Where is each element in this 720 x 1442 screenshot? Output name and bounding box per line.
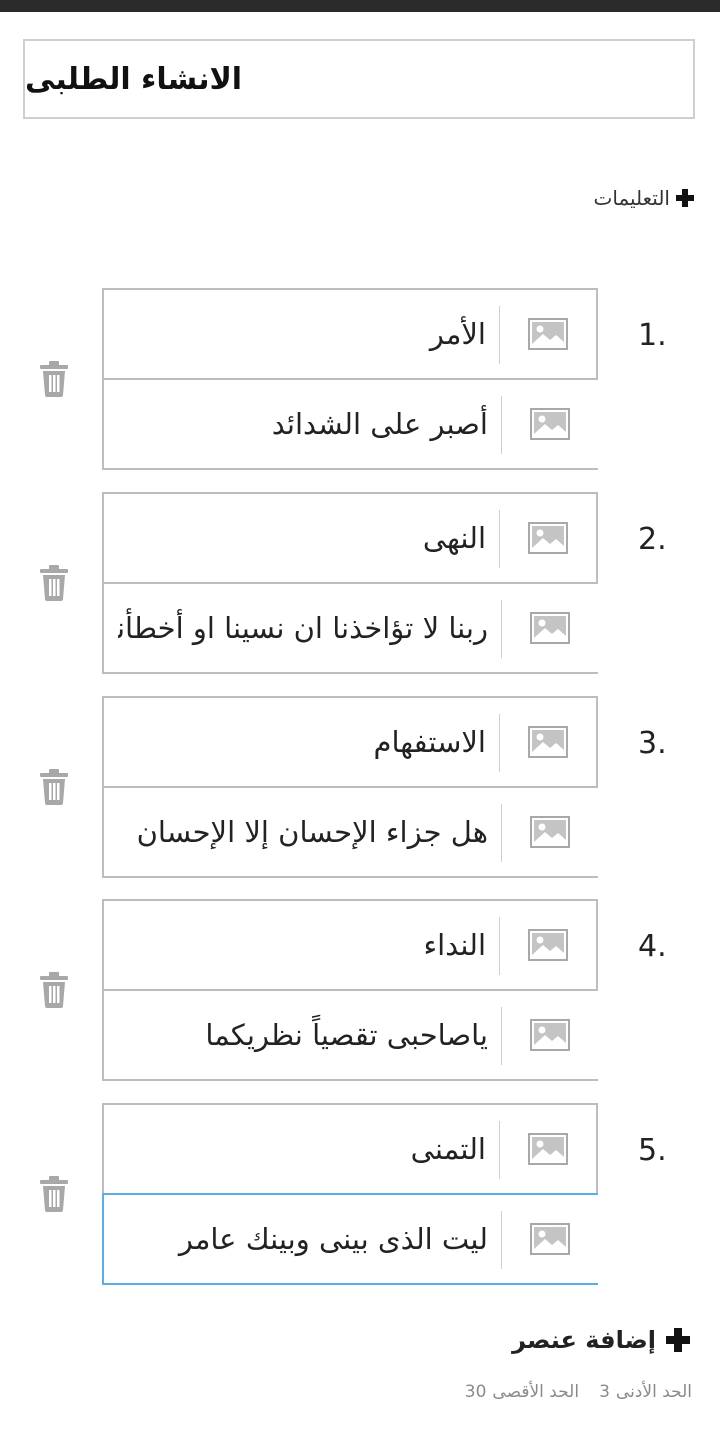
- image-icon[interactable]: [530, 1019, 570, 1051]
- image-icon[interactable]: [530, 612, 570, 644]
- image-icon[interactable]: [528, 726, 568, 758]
- divider: [501, 1007, 502, 1065]
- divider: [501, 804, 502, 862]
- term-field[interactable]: التمنى: [102, 1103, 598, 1195]
- image-icon[interactable]: [530, 408, 570, 440]
- card-pair: 1. الأمر أصبر على الشدائد: [0, 288, 720, 474]
- trash-icon[interactable]: [38, 565, 70, 601]
- term-text: الاستفهام: [373, 725, 486, 759]
- term-text: النداء: [423, 928, 486, 962]
- term-field[interactable]: الاستفهام: [102, 696, 598, 788]
- term-field[interactable]: النداء: [102, 899, 598, 991]
- trash-icon[interactable]: [38, 972, 70, 1008]
- divider: [499, 1121, 500, 1179]
- card-number: 5.: [638, 1133, 667, 1168]
- min-value: 3: [599, 1382, 610, 1402]
- divider: [501, 1211, 502, 1269]
- term-text: النهى: [422, 521, 486, 555]
- definition-text: ياصاحبى تقصياً نظريكما: [205, 1018, 488, 1052]
- divider: [499, 306, 500, 364]
- definition-text: أصبر على الشدائد: [271, 407, 488, 441]
- image-icon[interactable]: [528, 522, 568, 554]
- item-limits: الحد الأدنى 3 الحد الأقصى 30: [465, 1382, 692, 1402]
- definition-field[interactable]: أصبر على الشدائد: [102, 378, 598, 470]
- term-field[interactable]: النهى: [102, 492, 598, 584]
- set-title-field[interactable]: الانشاء الطلبى: [23, 39, 695, 119]
- definition-field[interactable]: ليت الذى بينى وبينك عامر: [102, 1193, 598, 1285]
- definition-text: ليت الذى بينى وبينك عامر: [178, 1222, 488, 1256]
- card-number: 4.: [638, 929, 667, 964]
- image-icon[interactable]: [528, 318, 568, 350]
- divider: [499, 917, 500, 975]
- term-text: الأمر: [429, 317, 486, 351]
- instructions-toggle[interactable]: التعليمات: [594, 186, 694, 210]
- max-value: 30: [464, 1382, 487, 1402]
- plus-icon: [676, 189, 694, 207]
- card-number: 2.: [638, 522, 667, 557]
- divider: [501, 600, 502, 658]
- set-title-text: الانشاء الطلبى: [25, 61, 243, 97]
- top-status-bar: [0, 0, 720, 12]
- definition-text: هل جزاء الإحسان إلا الإحسان: [136, 815, 488, 849]
- image-icon[interactable]: [530, 816, 570, 848]
- add-item-label: إضافة عنصر: [512, 1326, 656, 1354]
- trash-icon[interactable]: [38, 361, 70, 397]
- instructions-label: التعليمات: [593, 186, 670, 210]
- card-pair: 5. التمنى ليت الذى بينى وبينك عامر: [0, 1103, 720, 1289]
- max-label: الحد الأقصى: [492, 1382, 580, 1402]
- trash-icon[interactable]: [38, 1176, 70, 1212]
- add-item-button[interactable]: إضافة عنصر: [512, 1326, 690, 1354]
- trash-icon[interactable]: [38, 769, 70, 805]
- definition-field[interactable]: هل جزاء الإحسان إلا الإحسان: [102, 786, 598, 878]
- card-pair: 3. الاستفهام هل جزاء الإحسان إلا الإحسان: [0, 696, 720, 882]
- definition-field[interactable]: ياصاحبى تقصياً نظريكما: [102, 989, 598, 1081]
- divider: [501, 396, 502, 454]
- divider: [499, 510, 500, 568]
- min-label: الحد الأدنى: [615, 1382, 692, 1402]
- plus-icon: [666, 1328, 690, 1352]
- card-number: 3.: [638, 726, 667, 761]
- definition-text: ربنا لا تؤاخذنا ان نسينا او أخطأنا: [118, 611, 488, 645]
- term-text: التمنى: [410, 1132, 486, 1166]
- image-icon[interactable]: [528, 1133, 568, 1165]
- divider: [499, 714, 500, 772]
- image-icon[interactable]: [528, 929, 568, 961]
- definition-field[interactable]: ربنا لا تؤاخذنا ان نسينا او أخطأنا: [102, 582, 598, 674]
- card-pair: 2. النهى ربنا لا تؤاخذنا ان نسينا او أخط…: [0, 492, 720, 678]
- image-icon[interactable]: [530, 1223, 570, 1255]
- term-field[interactable]: الأمر: [102, 288, 598, 380]
- card-number: 1.: [638, 318, 667, 353]
- card-pair: 4. النداء ياصاحبى تقصياً نظريكما: [0, 899, 720, 1085]
